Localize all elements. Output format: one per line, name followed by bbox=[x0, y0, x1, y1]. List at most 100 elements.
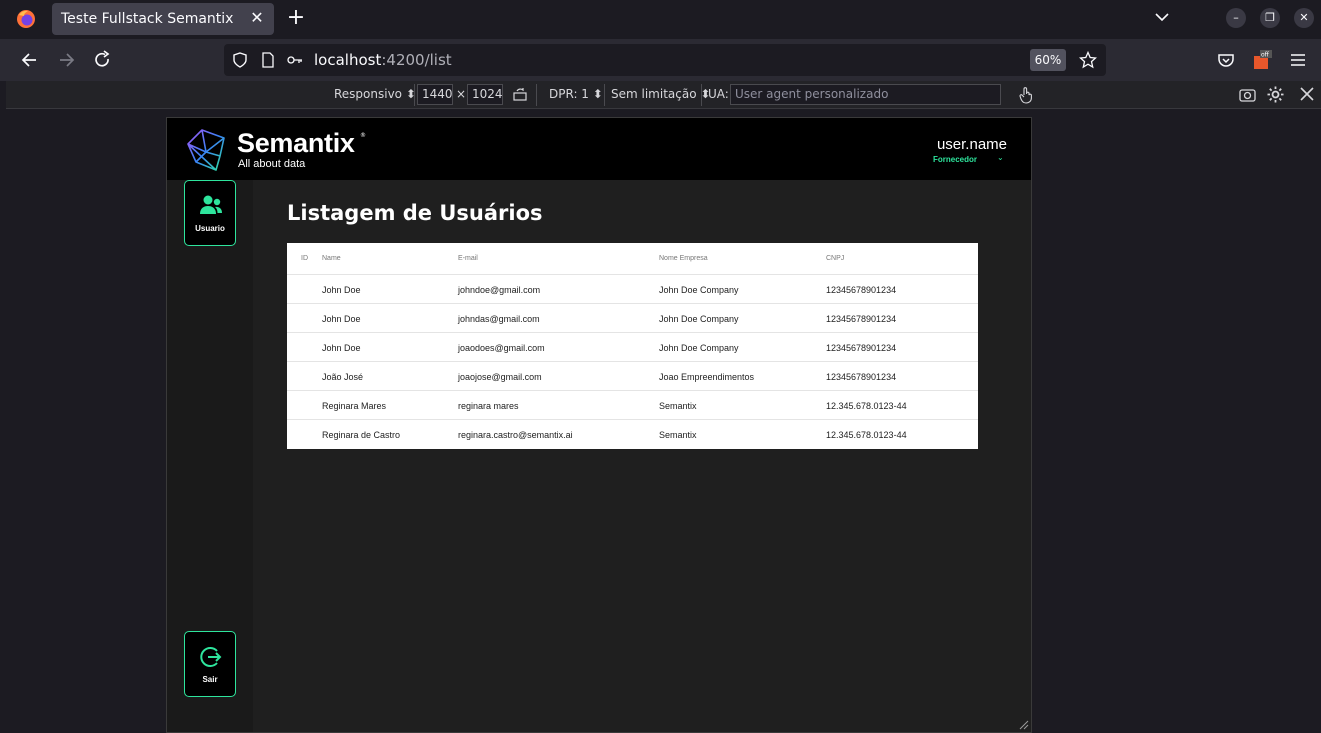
active-tab[interactable]: Teste Fullstack Semantix ✕ bbox=[52, 3, 274, 35]
sidebar: Usuario Sair bbox=[167, 180, 253, 732]
logout-icon bbox=[200, 647, 222, 667]
cell-cnpj: 12345678901234 bbox=[826, 372, 897, 382]
user-name[interactable]: user.name bbox=[937, 136, 1007, 153]
cell-company: John Doe Company bbox=[659, 343, 739, 353]
users-table: ID Name E-mail Nome Empresa CNPJ John Do… bbox=[287, 243, 978, 449]
menu-icon[interactable] bbox=[1287, 49, 1309, 71]
throttle-label: Sem limitação bbox=[611, 87, 697, 101]
cell-name: Reginara Mares bbox=[322, 401, 387, 411]
cell-company: Joao Empreendimentos bbox=[659, 372, 755, 382]
app-header: Semantix ® All about data user.name Forn… bbox=[167, 118, 1031, 180]
table-row[interactable]: Reginara de Castro reginara.castro@seman… bbox=[287, 420, 978, 449]
sidebar-item-label: Sair bbox=[202, 675, 218, 684]
dimension-separator: × bbox=[456, 87, 467, 101]
settings-gear-icon[interactable] bbox=[1267, 86, 1284, 103]
brand-name: Semantix bbox=[237, 128, 355, 158]
cell-cnpj: 12345678901234 bbox=[826, 314, 897, 324]
new-tab-icon[interactable]: + bbox=[286, 7, 306, 29]
browser-tabbar: Teste Fullstack Semantix ✕ + – ❐ ✕ bbox=[0, 0, 1321, 39]
zoom-badge[interactable]: 60% bbox=[1030, 49, 1066, 71]
cell-name: John Doe bbox=[322, 314, 361, 324]
table-row[interactable]: John Doe johndoe@gmail.com John Doe Comp… bbox=[287, 275, 978, 304]
responsive-toolbar: Responsivo ⬍ 1440 × 1024 DPR: 1 ⬍ Sem li… bbox=[6, 81, 1321, 109]
cell-email: reginara.castro@semantix.ai bbox=[458, 430, 573, 440]
tab-title: Teste Fullstack Semantix bbox=[61, 11, 234, 27]
url-host: localhost bbox=[314, 51, 382, 69]
table-row[interactable]: João José joaojose@gmail.com Joao Empree… bbox=[287, 362, 978, 391]
brand-tagline: All about data bbox=[238, 158, 306, 170]
sidebar-item-usuario[interactable]: Usuario bbox=[184, 180, 236, 246]
browser-navbar: localhost:4200/list 60% off bbox=[0, 39, 1321, 81]
reload-icon[interactable] bbox=[91, 49, 113, 71]
user-role[interactable]: Fornecedor bbox=[933, 155, 977, 164]
column-header-company: Nome Empresa bbox=[659, 255, 708, 262]
throttle-selector[interactable]: Sem limitação ⬍ bbox=[611, 87, 710, 101]
dpr-label: DPR: 1 bbox=[549, 87, 589, 101]
semantix-logo-icon[interactable] bbox=[186, 128, 228, 172]
url-text: localhost:4200/list bbox=[314, 51, 452, 69]
shield-icon[interactable] bbox=[232, 52, 248, 68]
app-viewport: Semantix ® All about data user.name Forn… bbox=[166, 117, 1032, 733]
dpr-selector[interactable]: DPR: 1 ⬍ bbox=[549, 87, 603, 101]
page-icon[interactable] bbox=[260, 52, 276, 68]
cell-name: John Doe bbox=[322, 343, 361, 353]
restore-icon[interactable]: ❐ bbox=[1260, 8, 1280, 28]
table-header-row: ID Name E-mail Nome Empresa CNPJ bbox=[287, 243, 978, 275]
touch-simulation-icon[interactable] bbox=[1018, 86, 1034, 104]
divider bbox=[604, 84, 605, 106]
column-header-name: Name bbox=[322, 255, 341, 262]
forward-arrow-icon[interactable] bbox=[55, 49, 77, 71]
firefox-icon[interactable] bbox=[16, 9, 36, 29]
url-bar[interactable]: localhost:4200/list 60% bbox=[224, 44, 1106, 76]
divider bbox=[536, 84, 537, 106]
extension-off-icon[interactable]: off bbox=[1251, 49, 1273, 71]
table-row[interactable]: John Doe johndas@gmail.com John Doe Comp… bbox=[287, 304, 978, 333]
cell-cnpj: 12345678901234 bbox=[826, 285, 897, 295]
viewport-width-input[interactable]: 1440 bbox=[417, 84, 453, 105]
cell-cnpj: 12.345.678.0123-44 bbox=[826, 430, 907, 440]
column-header-id: ID bbox=[301, 255, 308, 262]
url-path: :4200/list bbox=[381, 51, 452, 69]
rotate-icon[interactable] bbox=[512, 86, 528, 102]
cell-name: John Doe bbox=[322, 285, 361, 295]
cell-email: johndoe@gmail.com bbox=[458, 285, 541, 295]
screenshot-camera-icon[interactable] bbox=[1239, 87, 1256, 102]
tab-close-icon[interactable]: ✕ bbox=[248, 9, 266, 27]
cell-email: joaojose@gmail.com bbox=[458, 372, 542, 382]
divider bbox=[701, 84, 702, 106]
page-title: Listagem de Usuários bbox=[287, 201, 543, 225]
cell-company: John Doe Company bbox=[659, 285, 739, 295]
viewport-height-input[interactable]: 1024 bbox=[467, 84, 503, 105]
table-row[interactable]: Reginara Mares reginara mares Semantix 1… bbox=[287, 391, 978, 420]
table-row[interactable]: John Doe joaodoes@gmail.com John Doe Com… bbox=[287, 333, 978, 362]
svg-text:off: off bbox=[1261, 52, 1270, 59]
ua-label: UA: bbox=[708, 87, 729, 101]
column-header-cnpj: CNPJ bbox=[826, 255, 845, 262]
cell-email: reginara mares bbox=[458, 401, 519, 411]
sidebar-item-label: Usuario bbox=[195, 224, 225, 233]
back-arrow-icon[interactable] bbox=[19, 49, 41, 71]
cell-company: Semantix bbox=[659, 401, 697, 411]
pocket-icon[interactable] bbox=[1215, 49, 1237, 71]
users-icon bbox=[200, 195, 222, 214]
cell-name: João José bbox=[322, 372, 364, 382]
key-icon[interactable] bbox=[287, 52, 303, 68]
resize-handle-icon[interactable] bbox=[1017, 718, 1029, 730]
tab-list-chevron-icon[interactable] bbox=[1153, 7, 1171, 27]
divider bbox=[414, 84, 415, 106]
cell-company: John Doe Company bbox=[659, 314, 739, 324]
sidebar-item-sair[interactable]: Sair bbox=[184, 631, 236, 697]
close-rdm-icon[interactable] bbox=[1300, 87, 1314, 101]
bookmark-star-icon[interactable] bbox=[1079, 51, 1097, 69]
user-agent-input[interactable]: User agent personalizado bbox=[730, 84, 1001, 105]
device-selector[interactable]: Responsivo ⬍ bbox=[334, 87, 416, 101]
cell-name: Reginara de Castro bbox=[322, 430, 401, 440]
minimize-icon[interactable]: – bbox=[1226, 8, 1246, 28]
cell-email: johndas@gmail.com bbox=[458, 314, 540, 324]
column-header-email: E-mail bbox=[458, 255, 478, 262]
chevron-down-icon[interactable]: ⌄ bbox=[997, 153, 1004, 162]
window-close-icon[interactable]: ✕ bbox=[1294, 8, 1314, 28]
cell-cnpj: 12.345.678.0123-44 bbox=[826, 401, 907, 411]
device-label: Responsivo bbox=[334, 87, 403, 101]
cell-cnpj: 12345678901234 bbox=[826, 343, 897, 353]
